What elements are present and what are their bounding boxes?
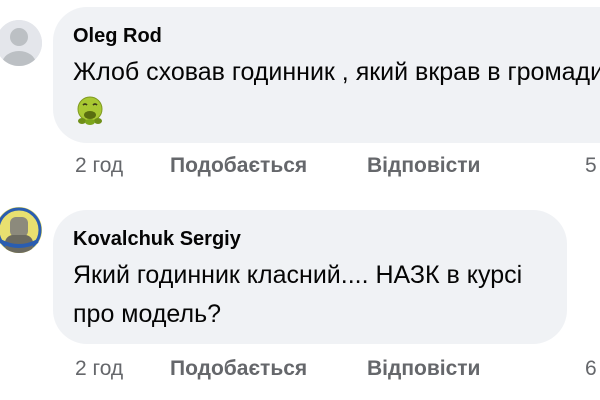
reply-button[interactable]: Відповісти (367, 154, 480, 178)
reply-button[interactable]: Відповісти (367, 357, 480, 381)
comment-bubble: Oleg Rod Жлоб сховав годинник , який вкр… (53, 7, 600, 143)
comment-timestamp[interactable]: 2 год (75, 154, 123, 178)
comment-timestamp[interactable]: 2 год (75, 357, 123, 381)
user-avatar[interactable] (0, 207, 42, 253)
comment-bubble: Kovalchuk Sergiy Який годинник класний..… (53, 210, 567, 344)
comment-author[interactable]: Kovalchuk Sergiy (73, 226, 545, 252)
profile-photo-icon (0, 207, 42, 253)
comment-more-count[interactable]: 6 (585, 357, 597, 381)
default-profile-icon (0, 20, 42, 66)
like-button[interactable]: Подобається (170, 357, 307, 381)
comment-more-count[interactable]: 5 (585, 154, 597, 178)
default-avatar[interactable] (0, 20, 42, 66)
nauseated-face-icon (75, 95, 105, 137)
comments-thread: Oleg Rod Жлоб сховав годинник , який вкр… (0, 0, 600, 400)
comment-text: Який годинник класний.... НАЗК в курсі п… (73, 261, 523, 328)
comment-text-wrap: Жлоб сховав годинник , який вкрав в гром… (73, 53, 600, 137)
comment-author[interactable]: Oleg Rod (73, 23, 600, 49)
like-button[interactable]: Подобається (170, 154, 307, 178)
comment-text: Жлоб сховав годинник , який вкрав в гром… (73, 58, 600, 86)
